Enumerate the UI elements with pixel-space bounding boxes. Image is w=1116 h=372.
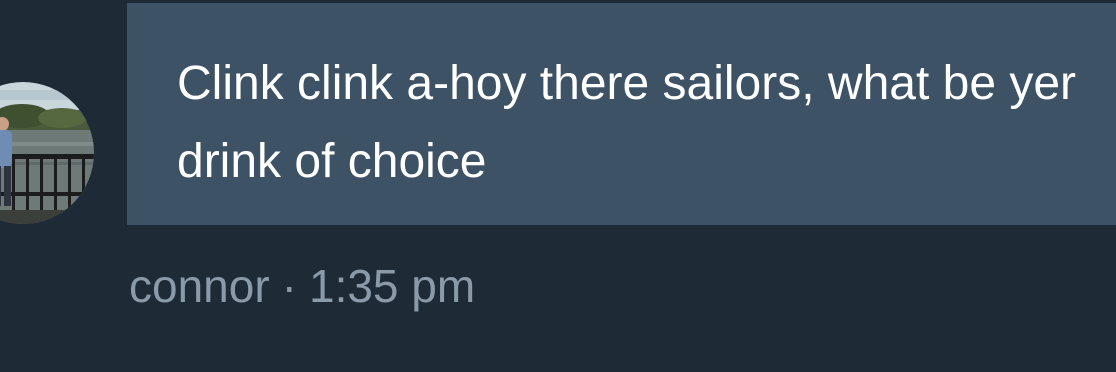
message-timestamp: 1:35 pm: [308, 260, 476, 312]
user-photo-icon: [0, 82, 94, 224]
meta-separator: ·: [281, 260, 297, 312]
avatar[interactable]: [0, 82, 94, 224]
message-bubble[interactable]: Clink clink a-hoy there sailors, what be…: [127, 3, 1116, 225]
chat-message: Clink clink a-hoy there sailors, what be…: [0, 0, 1116, 372]
message-text: Clink clink a-hoy there sailors, what be…: [177, 57, 1077, 188]
message-meta: connor · 1:35 pm: [129, 256, 475, 316]
author-name[interactable]: connor: [129, 260, 270, 312]
